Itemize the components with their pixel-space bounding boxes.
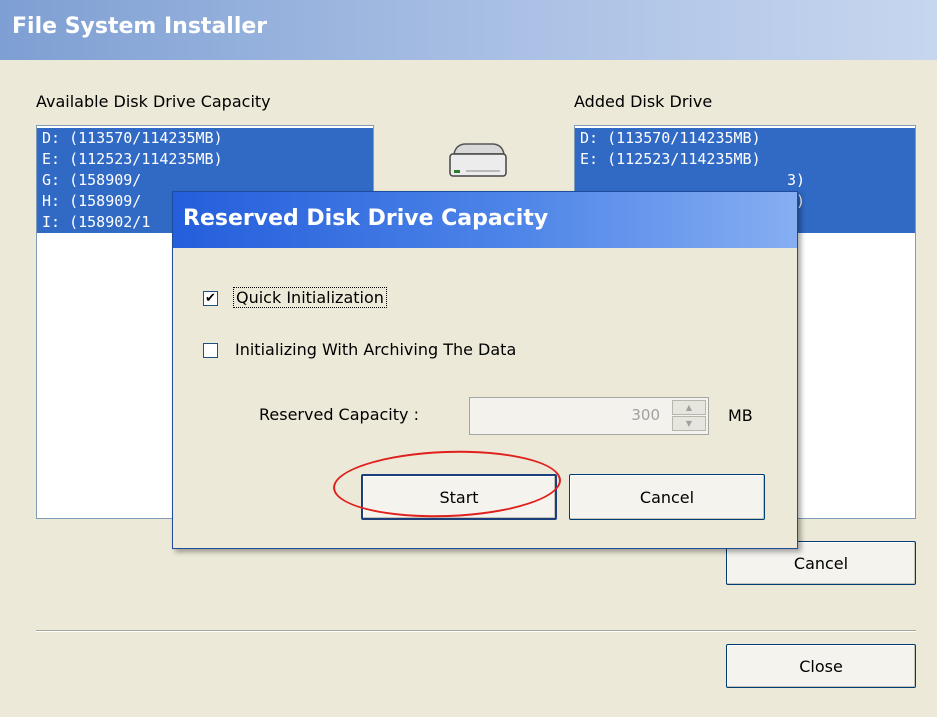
start-button[interactable]: Start xyxy=(361,474,557,520)
available-drives-label: Available Disk Drive Capacity xyxy=(36,92,271,111)
window-title: File System Installer xyxy=(12,14,268,39)
list-item-tail: 3) xyxy=(787,171,806,189)
added-drives-label: Added Disk Drive xyxy=(574,92,713,111)
quick-init-label[interactable]: Quick Initialization xyxy=(233,287,387,308)
dialog-cancel-button[interactable]: Cancel xyxy=(569,474,765,520)
spin-down-icon[interactable]: ▼ xyxy=(672,416,706,431)
list-item[interactable]: D: (113570/114235MB) xyxy=(37,128,373,149)
reserved-capacity-dialog: Reserved Disk Drive Capacity ✔ Quick Ini… xyxy=(172,191,798,549)
list-item[interactable]: G: (158909/ xyxy=(37,170,373,191)
list-item[interactable]: 3) xyxy=(575,170,915,191)
reserved-capacity-input[interactable]: 300 ▲ ▼ xyxy=(469,397,709,435)
capacity-spinner[interactable]: ▲ ▼ xyxy=(672,400,706,432)
close-button[interactable]: Close xyxy=(726,644,916,688)
spin-up-icon[interactable]: ▲ xyxy=(672,400,706,415)
checkmark-icon: ✔ xyxy=(205,291,216,306)
archive-init-checkbox[interactable] xyxy=(203,343,218,358)
quick-init-checkbox[interactable]: ✔ xyxy=(203,291,218,306)
dialog-title: Reserved Disk Drive Capacity xyxy=(173,192,797,248)
list-item[interactable]: E: (112523/114235MB) xyxy=(575,149,915,170)
reserved-capacity-label: Reserved Capacity : xyxy=(259,405,419,424)
separator xyxy=(36,630,916,632)
archive-init-label[interactable]: Initializing With Archiving The Data xyxy=(235,340,516,359)
list-item[interactable]: E: (112523/114235MB) xyxy=(37,149,373,170)
hard-drive-icon xyxy=(444,140,512,184)
list-item[interactable]: D: (113570/114235MB) xyxy=(575,128,915,149)
reserved-capacity-value: 300 xyxy=(631,406,660,424)
capacity-unit: MB xyxy=(728,406,753,425)
